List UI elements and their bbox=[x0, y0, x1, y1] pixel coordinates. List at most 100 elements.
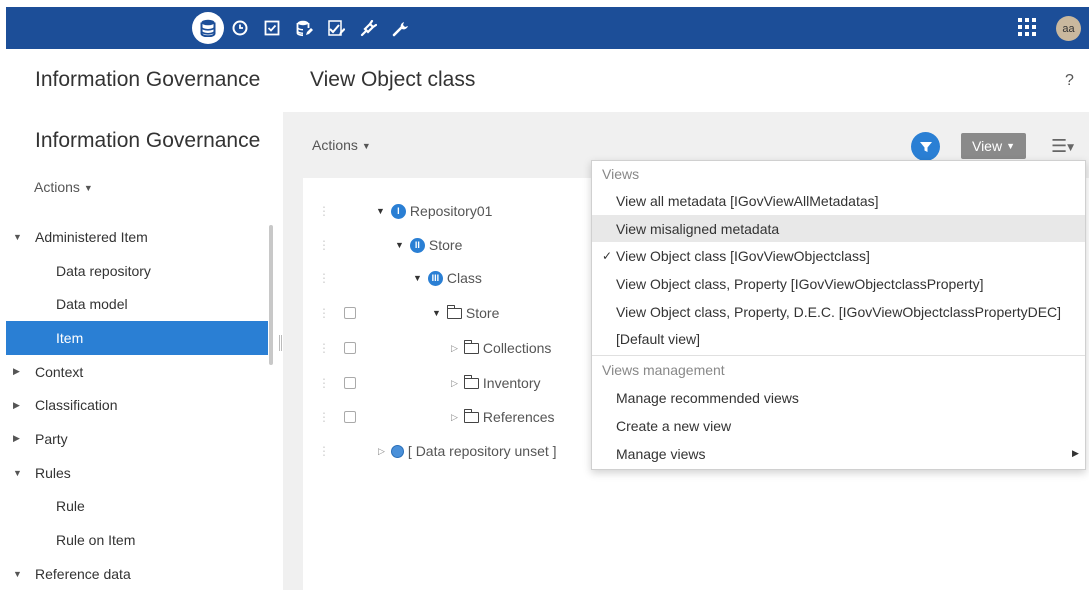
menu-item-label: Manage recommended views bbox=[616, 389, 799, 406]
tree-row-label: Class bbox=[446, 270, 482, 286]
tree-row-label: Store bbox=[465, 305, 500, 321]
drag-handle-icon[interactable]: ⋮ bbox=[318, 342, 330, 354]
caret-right-icon[interactable]: ▷ bbox=[451, 343, 458, 354]
caret-right-icon[interactable]: ▷ bbox=[451, 412, 458, 423]
tree-row-class[interactable]: ⋮ ▼ III Class bbox=[0, 263, 600, 293]
page-title: View Object class bbox=[310, 68, 476, 91]
view-dropdown-button[interactable]: View ▼ bbox=[961, 133, 1026, 159]
row-checkbox[interactable] bbox=[344, 307, 356, 319]
views-dropdown-menu: Views View all metadata [IGovViewAllMeta… bbox=[591, 160, 1086, 470]
views-management-header: Views management bbox=[602, 362, 725, 378]
clock-icon[interactable] bbox=[224, 7, 256, 49]
menu-item-manage-recommended-views[interactable]: Manage recommended views bbox=[592, 384, 1085, 411]
menu-item-create-new-view[interactable]: Create a new view bbox=[592, 412, 1085, 439]
menu-item-label: Create a new view bbox=[616, 417, 732, 434]
caret-down-icon[interactable]: ▼ bbox=[376, 206, 385, 216]
tree-row-store[interactable]: ⋮ ▼ II Store bbox=[0, 230, 600, 260]
left-actions-label: Actions bbox=[34, 179, 80, 195]
tree-row-references[interactable]: ⋮ ▷ References bbox=[0, 402, 600, 432]
left-actions-menu[interactable]: Actions ▼ bbox=[34, 179, 93, 195]
caret-down-icon: ▼ bbox=[361, 141, 371, 151]
menu-item-label: [Default view] bbox=[616, 330, 701, 347]
tree-row-label: Repository01 bbox=[409, 203, 493, 219]
list-menu-button[interactable]: ☰▼ bbox=[1051, 136, 1074, 157]
view-button-label: View bbox=[971, 138, 1003, 154]
tree-row-repository01[interactable]: ⋮ ▼ I Repository01 bbox=[0, 196, 600, 226]
check-edit-icon[interactable] bbox=[320, 7, 352, 49]
level-badge-icon: I bbox=[390, 203, 406, 219]
menu-item-view-object-class[interactable]: ✓ View Object class [IGovViewObjectclass] bbox=[592, 242, 1085, 269]
database-icon[interactable] bbox=[192, 7, 224, 49]
wrench-icon[interactable] bbox=[384, 7, 416, 49]
submenu-arrow-icon: ▶ bbox=[1072, 448, 1079, 458]
plug-icon[interactable] bbox=[352, 7, 384, 49]
folder-icon bbox=[446, 304, 462, 319]
tree-row-label: References bbox=[482, 409, 555, 425]
folder-icon bbox=[463, 374, 479, 389]
caret-down-icon[interactable]: ▼ bbox=[13, 569, 22, 579]
user-avatar[interactable]: aa bbox=[1056, 16, 1081, 41]
row-checkbox[interactable] bbox=[344, 377, 356, 389]
drag-handle-icon[interactable]: ⋮ bbox=[318, 272, 330, 284]
drag-handle-icon[interactable]: ⋮ bbox=[318, 205, 330, 217]
help-button[interactable]: ? bbox=[1065, 72, 1074, 90]
folder-icon bbox=[463, 408, 479, 423]
tree-row-inventory[interactable]: ⋮ ▷ Inventory bbox=[0, 368, 600, 398]
tree-row-data-repository-unset[interactable]: ⋮ ▷ [ Data repository unset ] bbox=[0, 436, 600, 466]
menu-item-default-view[interactable]: [Default view] bbox=[592, 325, 1085, 352]
main-actions-menu[interactable]: Actions ▼ bbox=[312, 137, 371, 153]
menu-item-label: View Object class [IGovViewObjectclass] bbox=[616, 247, 870, 264]
menu-divider bbox=[592, 355, 1085, 356]
level-badge-icon: III bbox=[427, 270, 443, 286]
drag-handle-icon[interactable]: ⋮ bbox=[318, 307, 330, 319]
caret-right-icon[interactable]: ▷ bbox=[378, 446, 385, 457]
top-navigation-bar: aa bbox=[6, 7, 1089, 49]
tree-row-label: Inventory bbox=[482, 375, 541, 391]
menu-item-manage-views[interactable]: Manage views ▶ bbox=[592, 440, 1085, 467]
apps-grid-icon[interactable] bbox=[1018, 18, 1038, 38]
top-toolbar-icons bbox=[192, 7, 416, 49]
drag-handle-icon[interactable]: ⋮ bbox=[318, 239, 330, 251]
menu-item-label: View misaligned metadata bbox=[616, 220, 780, 237]
menu-item-view-object-class-property-dec[interactable]: View Object class, Property, D.E.C. [IGo… bbox=[592, 298, 1085, 325]
row-checkbox[interactable] bbox=[344, 411, 356, 423]
tree-item-label: Reference data bbox=[35, 565, 131, 582]
drag-handle-icon[interactable]: ⋮ bbox=[318, 377, 330, 389]
main-actions-label: Actions bbox=[312, 137, 358, 153]
caret-down-icon[interactable]: ▼ bbox=[432, 308, 441, 318]
menu-item-label: View Object class, Property [IGovViewObj… bbox=[616, 275, 984, 292]
tree-item-label: Rule on Item bbox=[56, 532, 136, 549]
tree-item-rule-on-item[interactable]: Rule on Item bbox=[6, 523, 268, 557]
tree-item-reference-data[interactable]: ▼ Reference data bbox=[6, 557, 268, 591]
caret-down-icon[interactable]: ▼ bbox=[395, 240, 404, 250]
folder-icon bbox=[463, 339, 479, 354]
filter-icon bbox=[919, 141, 932, 152]
tree-row-label: Store bbox=[428, 237, 463, 253]
tree-row-label: [ Data repository unset ] bbox=[407, 443, 557, 459]
tree-item-rule[interactable]: Rule bbox=[6, 490, 268, 524]
row-checkbox[interactable] bbox=[344, 342, 356, 354]
database-edit-icon[interactable] bbox=[288, 7, 320, 49]
caret-down-icon[interactable]: ▼ bbox=[413, 273, 422, 283]
views-section-header: Views bbox=[602, 166, 640, 182]
section-title: Information Governance bbox=[35, 129, 261, 152]
menu-item-view-object-class-property[interactable]: View Object class, Property [IGovViewObj… bbox=[592, 270, 1085, 297]
tree-row-collections[interactable]: ⋮ ▷ Collections bbox=[0, 333, 600, 363]
hamburger-icon: ☰ bbox=[1051, 136, 1068, 157]
app-title: Information Governance bbox=[35, 68, 261, 91]
menu-item-label: Manage views bbox=[616, 445, 706, 462]
drag-handle-icon[interactable]: ⋮ bbox=[318, 411, 330, 423]
tree-item-label: Rules bbox=[35, 464, 71, 481]
caret-right-icon[interactable]: ▷ bbox=[451, 378, 458, 389]
checklist-icon[interactable] bbox=[256, 7, 288, 49]
level-badge-icon: II bbox=[409, 237, 425, 253]
filter-button[interactable] bbox=[911, 132, 940, 161]
drag-handle-icon[interactable]: ⋮ bbox=[318, 445, 330, 457]
menu-item-label: View Object class, Property, D.E.C. [IGo… bbox=[616, 303, 1062, 320]
caret-down-icon: ▼ bbox=[1067, 143, 1075, 153]
caret-down-icon[interactable]: ▼ bbox=[13, 468, 22, 478]
menu-item-view-all-metadata[interactable]: View all metadata [IGovViewAllMetadatas] bbox=[592, 187, 1085, 214]
menu-item-view-misaligned-metadata[interactable]: View misaligned metadata bbox=[592, 215, 1085, 242]
tree-row-store-folder[interactable]: ⋮ ▼ Store bbox=[0, 298, 600, 328]
menu-item-label: View all metadata [IGovViewAllMetadatas] bbox=[616, 192, 879, 209]
